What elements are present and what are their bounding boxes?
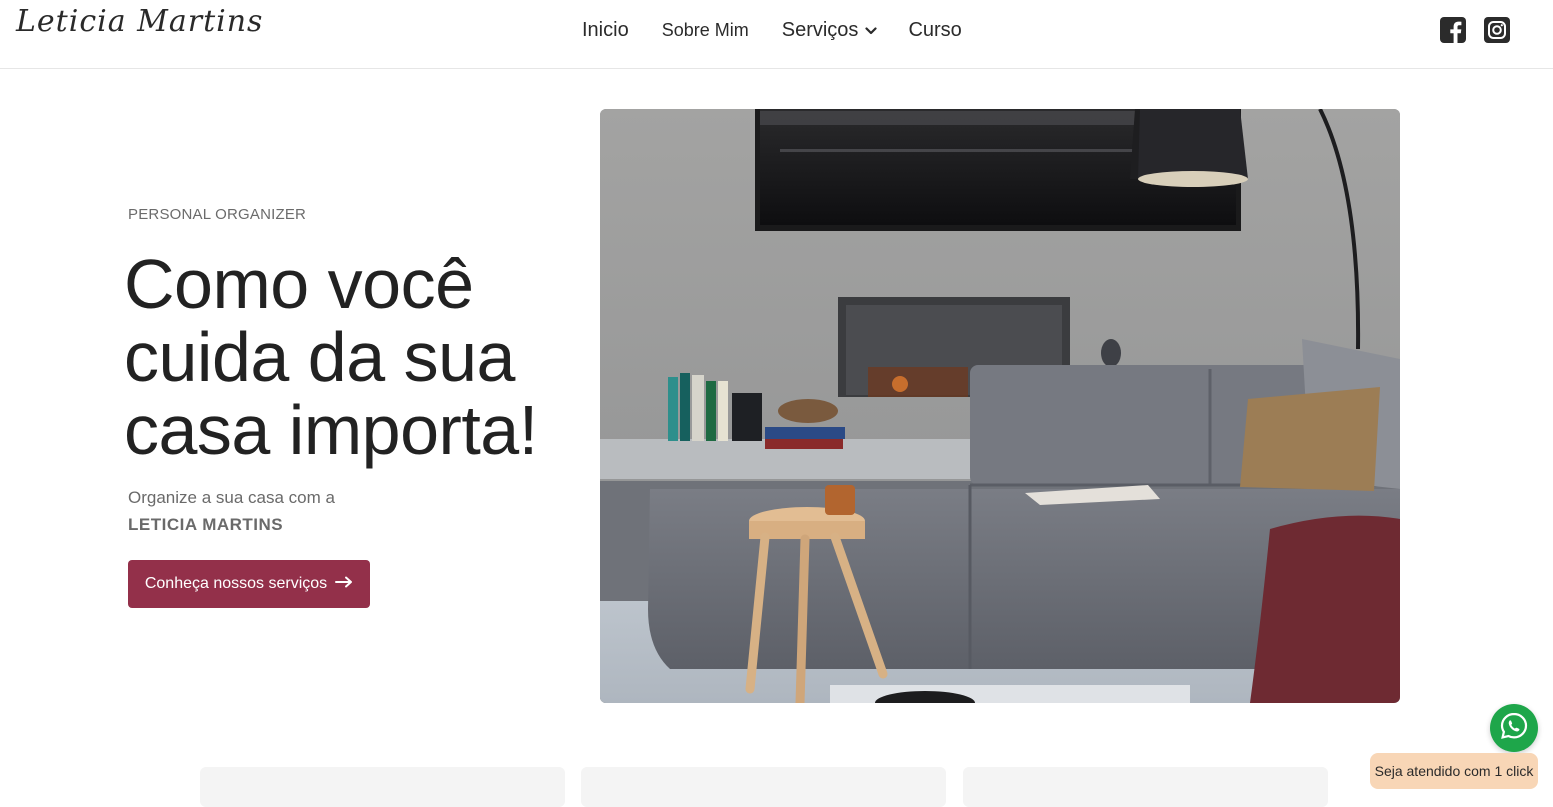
nav-item-label: Sobre Mim [661, 19, 749, 40]
service-card [200, 767, 565, 807]
cta-label: Conheça nossos serviços [144, 575, 328, 592]
hero-eyebrow: PERSONAL ORGANIZER [128, 206, 307, 223]
nav-item-sobre-mim[interactable]: Sobre Mim [662, 20, 749, 41]
nav-item-inicio[interactable]: Inicio [582, 19, 629, 42]
whatsapp-label-text: Seja atendido com 1 click [1374, 763, 1534, 779]
nav-item-curso[interactable]: Curso [908, 19, 961, 42]
facebook-icon[interactable] [1440, 17, 1466, 48]
headline-line: casa importa! [124, 391, 538, 469]
service-card [963, 767, 1328, 807]
arrow-right-icon [335, 575, 353, 593]
hero-headline: Como você cuida da sua casa importa! [124, 248, 584, 467]
whatsapp-button[interactable] [1490, 704, 1538, 752]
site-logo[interactable]: Leticia Martins [16, 4, 263, 39]
nav-item-label: Curso [908, 18, 962, 41]
headline-line: Como você [124, 245, 474, 323]
living-room-photo [600, 109, 1400, 703]
hero-subtitle-name: LETICIA MARTINS [128, 515, 284, 534]
hero-subtitle: Organize a sua casa com a [128, 488, 335, 507]
nav-item-label: Inicio [582, 18, 629, 41]
whatsapp-icon [1499, 711, 1529, 746]
nav-item-label: Serviços [781, 18, 859, 41]
services-cta-button[interactable]: Conheça nossos serviços [128, 560, 370, 608]
headline-line: cuida da sua [124, 318, 515, 396]
main-nav: Inicio Sobre Mim Serviços Curso [582, 16, 962, 44]
whatsapp-label[interactable]: Seja atendido com 1 click [1370, 753, 1538, 789]
instagram-icon[interactable] [1484, 17, 1510, 48]
chevron-down-icon [865, 19, 878, 42]
nav-item-servicos[interactable]: Serviços [782, 19, 878, 42]
site-header: Leticia Martins Inicio Sobre Mim Serviço… [0, 0, 1553, 69]
service-card [581, 767, 946, 807]
